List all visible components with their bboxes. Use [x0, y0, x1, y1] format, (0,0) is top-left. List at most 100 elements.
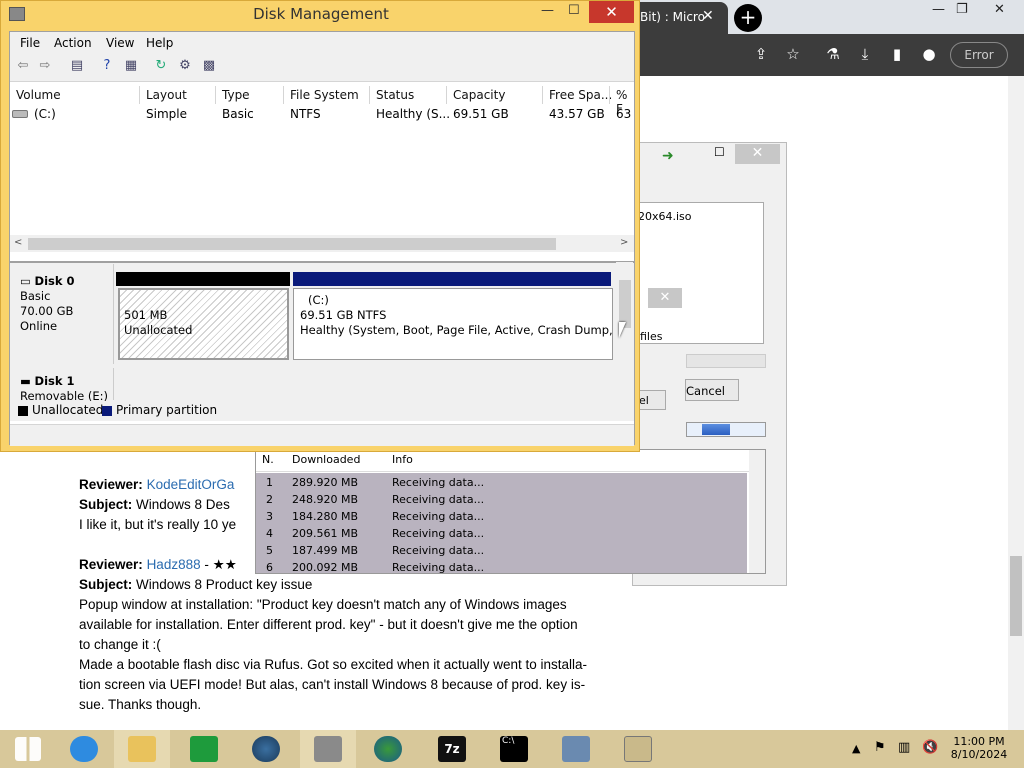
volume-name[interactable]: (C:) [34, 107, 56, 121]
column-divider[interactable] [542, 86, 543, 104]
taskbar-store[interactable] [176, 730, 232, 768]
horizontal-scroll-thumb[interactable] [28, 238, 556, 250]
unallocated-partition[interactable]: 501 MB Unallocated [118, 288, 289, 360]
browser-icon [252, 736, 280, 762]
reviewer-link[interactable]: KodeEditOrGa [147, 477, 235, 492]
download-list-scrollbar[interactable] [749, 450, 765, 573]
progress-fill [702, 424, 730, 435]
flag-icon[interactable]: ⚑ [874, 740, 886, 755]
scroll-right-icon[interactable]: > [620, 237, 628, 248]
volume-free: 43.57 GB [549, 107, 605, 121]
disk0-label[interactable]: ▭ Disk 0 Basic 70.00 GB Online [10, 264, 114, 364]
review-2-text-line: available for installation. Enter differ… [79, 617, 578, 632]
column-divider[interactable] [446, 86, 447, 104]
download-row[interactable]: 6 200.092 MB Receiving data... [256, 558, 747, 573]
help-icon[interactable]: ? [98, 58, 116, 76]
clock-date: 8/10/2024 [950, 748, 1008, 761]
review-2-text-line: tion screen via UEFI mode! But alas, can… [79, 677, 586, 692]
taskbar-drives[interactable] [610, 730, 666, 768]
menu-action[interactable]: Action [54, 36, 92, 50]
col-filesystem[interactable]: File System [290, 88, 359, 102]
menu-help[interactable]: Help [146, 36, 173, 50]
download-icon[interactable]: ⤓ [854, 45, 876, 65]
unallocated-header-bar [116, 272, 290, 286]
network-tray-icon[interactable]: ▥ [898, 740, 910, 755]
menu-file[interactable]: File [20, 36, 40, 50]
review-2-text-line: sue. Thanks though. [79, 697, 202, 712]
share-icon[interactable]: ⇪ [750, 45, 772, 65]
page-scroll-thumb[interactable] [1010, 556, 1022, 636]
disk-icon: ▭ [20, 274, 31, 288]
download-list[interactable]: N. Downloaded Info 1 289.920 MB Receiving … [255, 449, 766, 574]
close-icon[interactable]: ✕ [994, 2, 1005, 17]
column-divider[interactable] [215, 86, 216, 104]
column-divider[interactable] [369, 86, 370, 104]
tab-close-icon[interactable]: ✕ [702, 8, 714, 24]
volume-muted-icon[interactable]: 🔇 [922, 740, 938, 755]
maximize-icon[interactable]: ☐ [568, 3, 580, 18]
column-divider[interactable] [283, 86, 284, 104]
console-tree-icon[interactable]: ▤ [68, 58, 86, 76]
disk-management-window: Disk Management — ☐ ✕ File Action View H… [0, 0, 640, 452]
el-button[interactable]: el [636, 390, 666, 410]
disk1-label[interactable]: ▬ Disk 1 Removable (E:) [10, 368, 114, 403]
progress-track [686, 354, 766, 368]
restore-icon[interactable]: ❐ [956, 2, 968, 17]
taskbar-cmd[interactable]: C:\ [486, 730, 542, 768]
settings-icon[interactable]: ▩ [200, 58, 218, 76]
download-row[interactable]: 4 209.561 MB Receiving data... [256, 524, 747, 541]
taskbar-7zip[interactable]: 7z [424, 730, 480, 768]
scroll-left-icon[interactable]: < [14, 237, 22, 248]
tab-title: Bit) : Micro [640, 10, 705, 24]
new-tab-button[interactable]: + [734, 4, 762, 32]
profile-icon[interactable]: ● [918, 45, 940, 65]
c-partition[interactable]: (C:) 69.51 GB NTFS Healthy (System, Boot… [293, 288, 613, 360]
rescan-icon[interactable]: ⚙ [176, 58, 194, 76]
taskbar-network[interactable] [548, 730, 604, 768]
column-divider[interactable] [609, 86, 610, 104]
col-layout[interactable]: Layout [146, 88, 187, 102]
error-chip[interactable]: Error [950, 42, 1008, 68]
extension-icon[interactable]: ⚗ [822, 45, 844, 65]
bookmark-star-icon[interactable]: ☆ [782, 45, 804, 65]
disk-mgmt-client: File Action View Help ⇦ ⇨ ▤ ? ▦ ↻ ⚙ ▩ Vo… [9, 31, 635, 446]
taskbar-browser[interactable] [238, 730, 294, 768]
dialog-close-button[interactable]: ✕ [648, 288, 682, 308]
volume-fs: NTFS [290, 107, 321, 121]
sidepanel-icon[interactable]: ▮ [886, 45, 908, 65]
tray-expand-icon[interactable]: ▲ [852, 742, 860, 755]
cancel-button[interactable]: Cancel [685, 379, 739, 401]
col-capacity[interactable]: Capacity [453, 88, 505, 102]
col-volume[interactable]: Volume [16, 88, 61, 102]
system-clock[interactable]: 11:00 PM 8/10/2024 [944, 735, 1014, 761]
properties-icon[interactable]: ▦ [122, 58, 140, 76]
taskbar-disk-mgmt[interactable] [300, 730, 356, 768]
reviewer-link[interactable]: Hadz888 [147, 557, 201, 572]
review-2-text-line: Popup window at installation: "Product k… [79, 597, 567, 612]
col-status[interactable]: Status [376, 88, 414, 102]
download-row[interactable]: 5 187.499 MB Receiving data... [256, 541, 747, 558]
taskbar-explorer[interactable] [114, 730, 170, 768]
review-2-text-line: Made a bootable flash disc via Rufus. Go… [79, 657, 588, 672]
start-button[interactable] [0, 730, 56, 768]
taskbar-ie[interactable] [56, 730, 112, 768]
maximize-icon[interactable]: ☐ [714, 145, 725, 159]
download-row[interactable]: 1 289.920 MB Receiving data... [256, 473, 747, 490]
forward-icon[interactable]: ⇨ [36, 58, 54, 76]
column-divider[interactable] [139, 86, 140, 104]
taskbar-idm[interactable] [360, 730, 416, 768]
download-row[interactable]: 3 184.280 MB Receiving data... [256, 507, 747, 524]
menu-view[interactable]: View [106, 36, 134, 50]
refresh-icon[interactable]: ↻ [152, 58, 170, 76]
minimize-icon[interactable]: — [932, 2, 945, 17]
back-icon[interactable]: ⇦ [14, 58, 32, 76]
dlm-close-button[interactable]: ✕ [735, 144, 780, 164]
col-type[interactable]: Type [222, 88, 250, 102]
close-button[interactable]: ✕ [589, 1, 634, 23]
graph-scroll-thumb[interactable] [619, 280, 631, 328]
primary-header-bar [293, 272, 611, 286]
review-2-text-line: to change it :( [79, 637, 161, 652]
minimize-icon[interactable]: — [541, 3, 554, 18]
col-free-space[interactable]: Free Spa... [549, 88, 612, 102]
download-row[interactable]: 2 248.920 MB Receiving data... [256, 490, 747, 507]
